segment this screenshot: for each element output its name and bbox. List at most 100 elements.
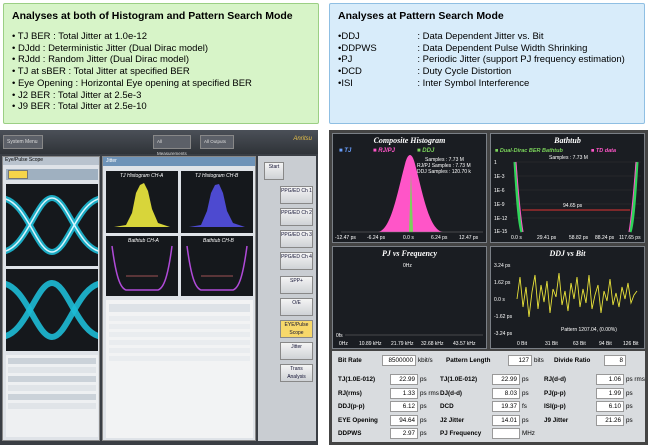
pattern-search-analyses-box: Analyses at Pattern Search Mode DDJ: Dat… bbox=[329, 3, 645, 124]
table-row: DDPWS 2.97 ps PJ Frequency MHz bbox=[332, 427, 645, 440]
unit-label: ps bbox=[626, 389, 633, 397]
ddj-plot bbox=[516, 272, 638, 318]
unit-label: ps bbox=[522, 389, 529, 397]
table-row: TJ(1.0E-012) 22.99 ps TJ(1.0E-012) 22.99 ps RJ… bbox=[332, 373, 645, 386]
metric-label: TJ(1.0E-012) bbox=[440, 376, 478, 383]
spp-button[interactable]: SPP+ bbox=[280, 276, 313, 294]
pattern-length-label: Pattern Length bbox=[446, 357, 491, 364]
bathtub-plot bbox=[513, 161, 641, 233]
unit-label: ps bbox=[420, 403, 427, 410]
list-item: DJdd : Deterministic Jitter (Dual Dirac … bbox=[12, 43, 318, 55]
bathtub-b: Bathtub CH-B bbox=[181, 236, 253, 296]
x-tick: 0 Bit bbox=[517, 341, 528, 347]
unit-label: ps rms bbox=[420, 389, 439, 397]
results-table: Bit Rate 8500000 kbit/s Pattern Length 1… bbox=[332, 351, 645, 442]
ppg-ed-ch2-button[interactable]: PPG/ED Ch 2 bbox=[280, 208, 313, 226]
x-tick: -12.47 ps bbox=[335, 235, 356, 241]
x-tick: 10.89 kHz bbox=[359, 341, 382, 347]
ddj-vs-bit-graph: DDJ vs Bit 3.24 ps 1.62 ps 0.0 s -1.62 p… bbox=[490, 246, 645, 349]
unit-label: MHz bbox=[522, 430, 535, 437]
jitter-tab[interactable]: Jitter bbox=[103, 157, 255, 166]
list-item: DDPWS: Data Dependent Pulse Width Shrink… bbox=[338, 43, 644, 55]
left-box-title: Analyses at both of Histogram and Patter… bbox=[12, 10, 293, 22]
metric-value: 94.64 bbox=[390, 414, 418, 426]
right-box-title: Analyses at Pattern Search Mode bbox=[338, 10, 504, 22]
x-tick: 126 Bit bbox=[623, 341, 639, 347]
list-item: J2 BER : Total Jitter at 2.5e-3 bbox=[12, 90, 318, 102]
top-toolbar: System Menu All Measurements All Outputs… bbox=[0, 130, 318, 156]
histogram-pattern-analyses-box: Analyses at both of Histogram and Patter… bbox=[3, 3, 319, 124]
eye-pulse-scope-button[interactable]: EYE/Pulse Scope bbox=[280, 320, 313, 338]
metric-label: PJ(p-p) bbox=[544, 389, 566, 397]
ppg-ed-ch1-button[interactable]: PPG/ED Ch 1 bbox=[280, 186, 313, 204]
bathtub-a: Bathtub CH-A bbox=[106, 236, 178, 296]
metric-value: 2.97 bbox=[390, 428, 418, 439]
metric-value: 6.10 bbox=[596, 401, 624, 412]
ppg-ed-ch3-button[interactable]: PPG/ED Ch 3 bbox=[280, 230, 313, 248]
x-tick: 63 Bit bbox=[573, 341, 586, 347]
x-tick: 88.24 ps bbox=[595, 235, 615, 241]
unit-label: ps bbox=[420, 416, 427, 424]
eye-scope-panel: Eye/Pulse Scope bbox=[0, 156, 105, 441]
pj-vs-frequency-graph: PJ vs Frequency 0Hz 0fs 0Hz 10.89 kHz 21… bbox=[332, 246, 487, 349]
unit-label: ps bbox=[420, 376, 427, 383]
x-tick: 0.0 s bbox=[403, 235, 414, 241]
list-item: RJdd : Random Jitter (Dual Dirac model) bbox=[12, 54, 318, 66]
x-tick: 94 Bit bbox=[599, 341, 612, 347]
metric-value: 22.99 bbox=[390, 374, 418, 385]
metric-label: RJ(rms) bbox=[338, 389, 362, 397]
metric-label: J9 Jitter bbox=[544, 416, 569, 424]
table-row: RJ(rms) 1.33 ps rms DJ(d-d) 8.03 ps PJ(p-p) 1.9… bbox=[332, 387, 645, 400]
metric-label: RJ(d-d) bbox=[544, 376, 567, 383]
list-item: DCD: Duty Cycle Distortion bbox=[338, 66, 644, 78]
jitter-button[interactable]: Jitter bbox=[280, 342, 313, 360]
list-item: TJ at sBER : Total Jitter at specified B… bbox=[12, 66, 318, 78]
metric-label: DDJ(p-p) bbox=[338, 403, 365, 410]
table-row: EYE Opening 94.64 ps J2 Jitter 14.01 ps J9 Jit… bbox=[332, 414, 645, 427]
list-item: DDJ: Data Dependent Jitter vs. Bit bbox=[338, 31, 644, 43]
metric-label: DJ(d-d) bbox=[440, 389, 463, 397]
unit-label: ps bbox=[626, 416, 633, 424]
trans-analysis-button[interactable]: Trans Analysis bbox=[280, 364, 313, 382]
list-item: J9 BER : Total Jitter at 2.5e-10 bbox=[12, 101, 318, 113]
list-item: ISI: Inter Symbol Interference bbox=[338, 78, 644, 90]
pattern-label: Pattern 1207.04, (0.00%) bbox=[561, 327, 617, 333]
x-tick: 58.82 ps bbox=[569, 235, 589, 241]
oe-button[interactable]: O/E bbox=[280, 298, 313, 316]
unit-label: fs bbox=[522, 403, 527, 410]
x-tick: 29.41 ps bbox=[537, 235, 557, 241]
bit-rate-label: Bit Rate bbox=[338, 357, 362, 364]
divide-ratio-label: Divide Ratio bbox=[554, 357, 591, 364]
system-menu-button[interactable]: System Menu bbox=[3, 135, 43, 149]
metric-value: 22.99 bbox=[492, 374, 520, 385]
x-tick: 0.0 s bbox=[511, 235, 522, 241]
jitter-panel: Jitter TJ Histogram CH-A TJ Histogram CH… bbox=[102, 156, 256, 441]
metric-value: 1.99 bbox=[596, 387, 624, 399]
channel-button[interactable] bbox=[8, 170, 28, 179]
x-tick: 12.47 ps bbox=[459, 235, 479, 241]
list-item: PJ: Periodic Jitter (support PJ frequenc… bbox=[338, 54, 644, 66]
eye-diagram-2 bbox=[0, 269, 105, 351]
x-tick: 6.24 ps bbox=[431, 235, 448, 241]
unit-label: ps bbox=[626, 403, 633, 410]
bit-rate-field[interactable]: 8500000 bbox=[382, 355, 416, 366]
pattern-length-field[interactable]: 127 bbox=[508, 355, 532, 366]
metric-value: 8.03 bbox=[492, 387, 520, 399]
metric-value: 19.37 bbox=[492, 401, 520, 412]
x-tick: 31 Bit bbox=[545, 341, 558, 347]
metric-label: EYE Opening bbox=[338, 416, 378, 424]
metric-value: 21.26 bbox=[596, 414, 624, 426]
metric-label: J2 Jitter bbox=[440, 416, 465, 424]
all-outputs-button[interactable]: All Outputs bbox=[200, 135, 234, 149]
pj-plot bbox=[345, 334, 483, 336]
all-measurements-button[interactable]: All Measurements bbox=[153, 135, 191, 156]
panel-tab[interactable]: Eye/Pulse Scope bbox=[3, 157, 99, 165]
start-button[interactable]: Start bbox=[264, 162, 284, 180]
metric-label: PJ Frequency bbox=[440, 430, 482, 437]
ppg-ed-ch4-button[interactable]: PPG/ED Ch 4 bbox=[280, 252, 313, 270]
metric-label: DCD bbox=[440, 403, 454, 410]
metric-value: 14.01 bbox=[492, 414, 520, 426]
divide-ratio-field[interactable]: 8 bbox=[604, 355, 626, 366]
table-row: DDJ(p-p) 6.12 ps DCD 19.37 fs ISI(p-p) 6.10 ps bbox=[332, 400, 645, 413]
unit-label: ps bbox=[522, 376, 529, 383]
